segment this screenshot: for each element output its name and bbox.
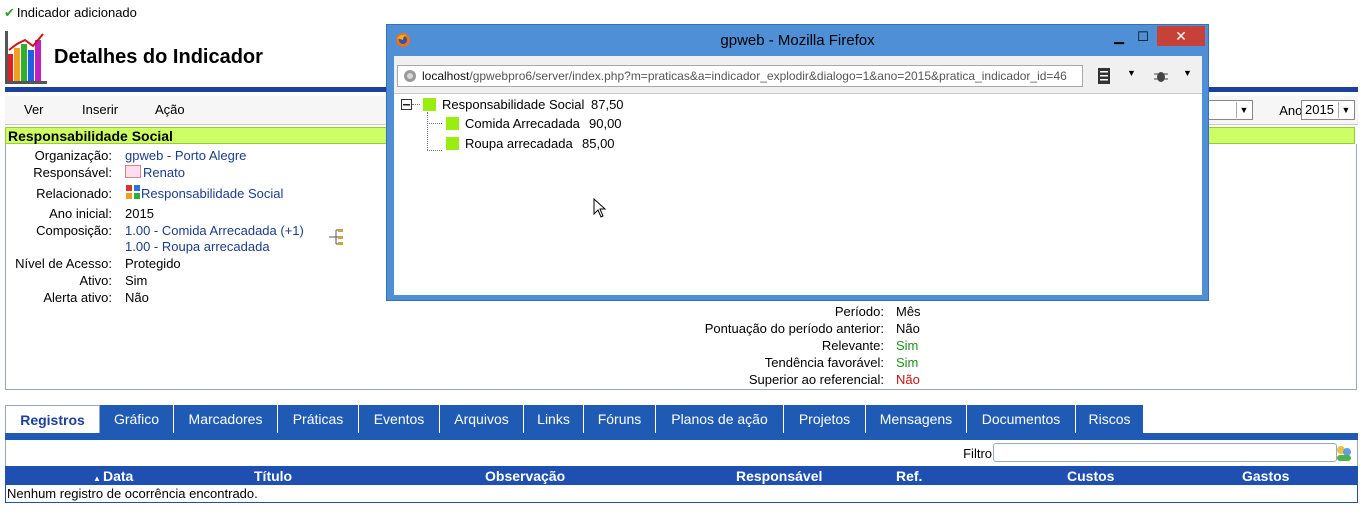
menu-ver[interactable]: Ver [24, 102, 44, 117]
tab-arquivos[interactable]: Arquivos [440, 405, 524, 433]
detail-label: Nível de Acesso: [15, 256, 112, 271]
status-square [446, 117, 459, 130]
popup-title: gpweb - Mozilla Firefox [720, 32, 875, 49]
detail-label: Relacionado: [36, 186, 112, 201]
chevron-down-icon[interactable]: ▼ [1183, 68, 1192, 78]
tree-node-value: 85,00 [582, 136, 615, 151]
maximize-icon[interactable]: ☐ [1128, 27, 1158, 47]
tree-node-label[interactable]: Responsabilidade Social [442, 97, 584, 112]
mouse-cursor-icon [593, 198, 607, 218]
tab-marcadores[interactable]: Marcadores [174, 405, 278, 433]
column-header-responsavel[interactable]: Responsável [736, 468, 822, 484]
colorful-grid-icon [126, 185, 140, 199]
detail-value: Mês [896, 304, 921, 319]
menu-inserir[interactable]: Inserir [82, 102, 118, 117]
detail-label: Tendência favorável: [764, 355, 884, 370]
column-header-custos[interactable]: Custos [1067, 468, 1114, 484]
detail-label: Composição: [36, 223, 112, 238]
chevron-down-icon: ▼ [1338, 102, 1353, 118]
detail-label: Superior ao referencial: [748, 372, 884, 387]
tree-expand-icon[interactable] [328, 228, 344, 246]
url-path: /gpwebpro6/server/index.php?m=praticas&a… [469, 69, 1067, 83]
tree-node-label[interactable]: Comida Arrecadada [465, 116, 580, 131]
table-header: ▲ Data Título Observação Responsável Ref… [5, 466, 1358, 485]
column-header-observacao[interactable]: Observação [485, 468, 565, 484]
status-square [446, 137, 459, 150]
page-title: Detalhes do Indicador [54, 46, 263, 68]
column-header-titulo[interactable]: Título [254, 468, 292, 484]
tab-praticas[interactable]: Práticas [278, 405, 359, 433]
tab-registros[interactable]: Registros [5, 405, 100, 433]
tab-eventos[interactable]: Eventos [359, 405, 440, 433]
tree-node-label[interactable]: Roupa arrecadada [465, 136, 573, 151]
indicator-tree: Responsabilidade Social 87,50 Comida Arr… [394, 93, 1202, 295]
related-value: Responsabilidade Social [125, 184, 283, 201]
globe-icon [404, 70, 416, 82]
detail-value: 2015 [125, 206, 154, 221]
related-link[interactable]: Responsabilidade Social [141, 186, 283, 201]
chevron-down-icon: ▼ [1236, 102, 1251, 118]
tab-riscos[interactable]: Riscos [1076, 405, 1144, 433]
organization-link[interactable]: gpweb - Porto Alegre [125, 148, 246, 163]
notice-text: Indicador adicionado [16, 5, 137, 20]
detail-value: Não [125, 290, 149, 305]
detail-label: Relevante: [821, 338, 884, 353]
tab-foruns[interactable]: Fóruns [584, 405, 656, 433]
bug-icon[interactable] [1153, 69, 1169, 83]
column-header-ref[interactable]: Ref. [896, 468, 922, 484]
tab-mensagens[interactable]: Mensagens [866, 405, 967, 433]
detail-label: Ativo: [79, 273, 112, 288]
detail-label: Período: [834, 304, 884, 319]
tree-node-value: 87,50 [591, 97, 624, 112]
popup-window: gpweb - Mozilla Firefox ▁ ☐ ✕ localhost/… [386, 24, 1209, 301]
ano-value: 2015 [1305, 102, 1334, 117]
composition-item-link[interactable]: 1.00 - Comida Arrecadada (+1) [125, 223, 304, 238]
detail-label: Responsável: [33, 165, 112, 180]
detail-label: Pontuação do período anterior: [704, 321, 884, 336]
filter-label: Filtro [963, 446, 992, 461]
collapse-icon[interactable] [401, 99, 412, 110]
detail-value: Protegido [125, 256, 181, 271]
tree-node-value: 90,00 [589, 116, 622, 131]
responsible-link[interactable]: Renato [143, 165, 185, 180]
checkmark-icon: ✔ [4, 5, 15, 20]
menu-acao[interactable]: Ação [155, 102, 185, 117]
search-people-icon[interactable] [1334, 443, 1354, 463]
detail-label: Alerta ativo: [43, 290, 112, 305]
filter-input[interactable] [993, 443, 1337, 462]
url-bar-row: localhost/gpwebpro6/server/index.php?m=p… [394, 56, 1202, 93]
detail-value: Sim [125, 273, 148, 288]
notice-message: ✔ Indicador adicionado [4, 5, 137, 21]
detail-label: Ano inicial: [49, 206, 112, 221]
ano-select[interactable]: 2015 ▼ [1301, 100, 1355, 120]
indicator-chart-icon [5, 31, 47, 84]
column-header-data[interactable]: Data [103, 468, 133, 484]
reader-icon[interactable] [1097, 67, 1111, 85]
detail-value: Sim [896, 338, 919, 353]
tab-documentos[interactable]: Documentos [967, 405, 1076, 433]
composition-item-link[interactable]: 1.00 - Roupa arrecadada [125, 239, 270, 254]
user-icon [125, 165, 141, 178]
url-field[interactable]: localhost/gpwebpro6/server/index.php?m=p… [397, 65, 1083, 87]
tab-grafico[interactable]: Gráfico [100, 405, 174, 433]
status-square [423, 98, 436, 111]
tab-planos-de-acao[interactable]: Planos de ação [656, 405, 784, 433]
filter-row: Filtro [5, 440, 1358, 466]
detail-value: Não [896, 321, 920, 336]
close-icon[interactable]: ✕ [1157, 26, 1205, 46]
tab-projetos[interactable]: Projetos [784, 405, 866, 433]
responsible-value: Renato [125, 165, 185, 180]
url-host: localhost [422, 69, 470, 83]
popup-titlebar[interactable]: gpweb - Mozilla Firefox ▁ ☐ ✕ [387, 25, 1208, 55]
detail-value: Sim [896, 355, 919, 370]
column-header-gastos[interactable]: Gastos [1242, 468, 1289, 484]
empty-table-message: Nenhum registro de ocorrência encontrado… [5, 485, 1358, 503]
tab-underline [5, 433, 1358, 440]
detail-label: Organização: [34, 148, 112, 163]
detail-value: Não [896, 372, 920, 387]
tab-links[interactable]: Links [524, 405, 584, 433]
chevron-down-icon[interactable]: ▼ [1127, 68, 1136, 78]
sort-asc-icon: ▲ [93, 474, 101, 483]
